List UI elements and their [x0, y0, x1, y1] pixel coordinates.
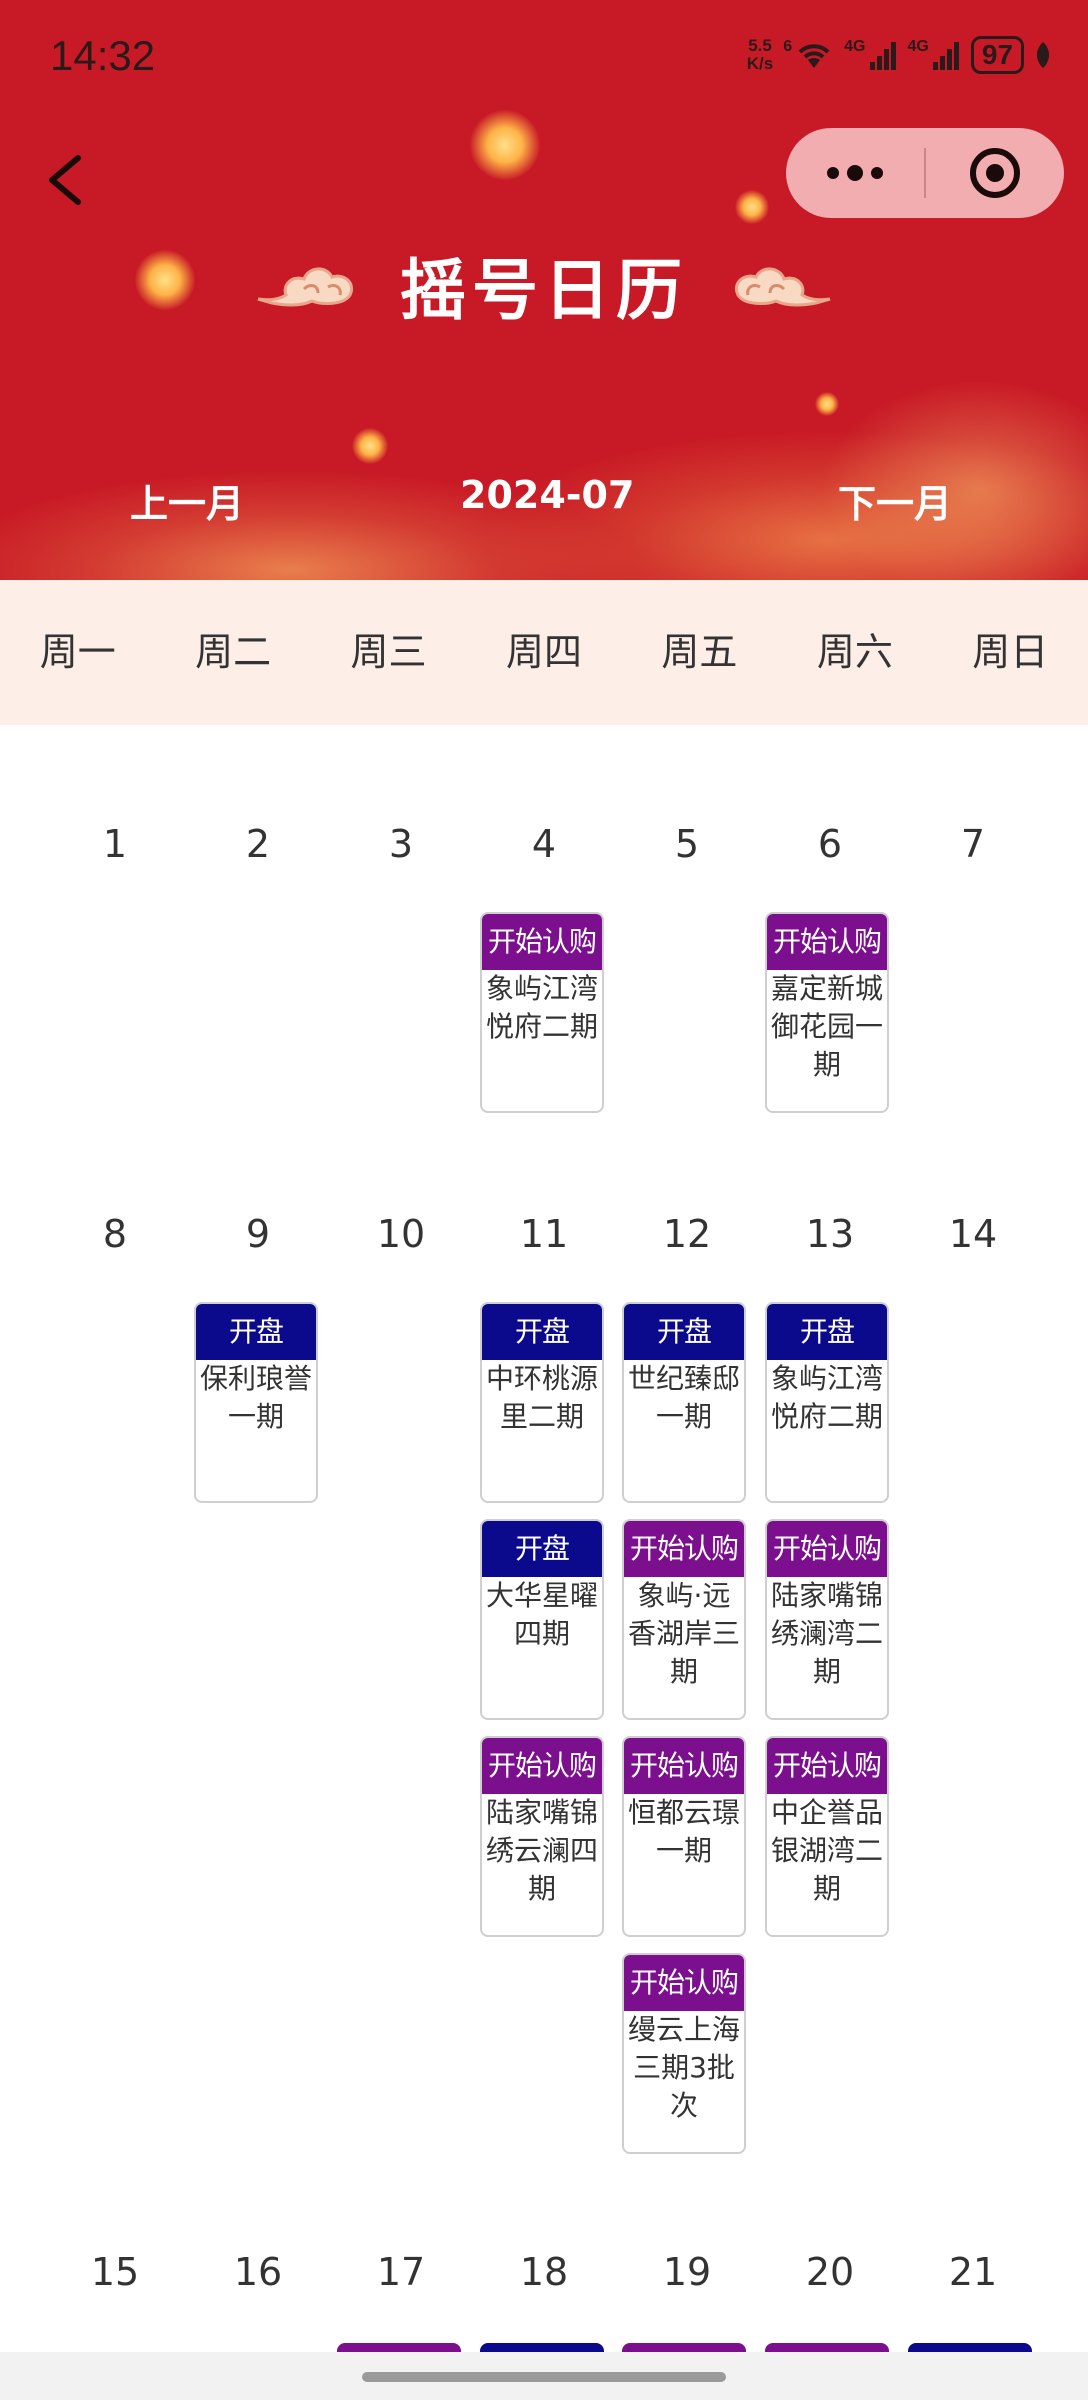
event-name: 象屿江湾 悦府二期 [771, 1362, 884, 1433]
leaf-icon [1036, 42, 1050, 68]
day-number[interactable]: 3 [351, 822, 451, 866]
cloud-right-icon [735, 267, 831, 307]
event-card[interactable]: 开始认购 陆家嘴锦 绣澜湾二期 [765, 1519, 889, 1720]
net-speed: 5.5 K/s [746, 36, 774, 73]
event-name: 象屿·远 香湖岸三期 [628, 1579, 741, 1688]
event-card[interactable]: 开盘 保利琅誉 一期 [194, 1302, 318, 1503]
event-card[interactable]: 开始认购 象屿江湾 悦府二期 [480, 912, 604, 1113]
event-name: 象屿江湾 悦府二期 [486, 972, 599, 1043]
back-icon [49, 155, 81, 205]
event-card[interactable]: 开盘 大华星曜 四期 [480, 1519, 604, 1720]
lantern-glow [735, 190, 769, 224]
close-miniapp-button[interactable] [926, 128, 1064, 218]
event-tag: 开始认购 [624, 1521, 744, 1577]
event-tag: 开始认购 [767, 1738, 887, 1794]
event-tag: 开盘 [767, 1304, 887, 1360]
event-tag: 开始认购 [767, 1521, 887, 1577]
signal-icon: 4G [908, 38, 961, 72]
event-name: 陆家嘴锦 绣澜湾二期 [771, 1579, 884, 1688]
event-card[interactable]: 开始认购 恒都云璟 一期 [622, 1736, 746, 1937]
title-row: 摇号日历 [0, 240, 1088, 330]
day-number[interactable]: 12 [637, 1212, 737, 1256]
more-icon [827, 165, 883, 181]
event-tag: 开始认购 [482, 914, 602, 970]
miniapp-capsule [786, 128, 1064, 218]
event-tag: 开始认购 [624, 1955, 744, 2011]
prev-month-button[interactable]: 上一月 [130, 473, 244, 528]
event-tag: 开盘 [482, 1304, 602, 1360]
wifi-icon: 6 [783, 38, 834, 72]
day-number[interactable]: 11 [494, 1212, 594, 1256]
event-name: 中环桃源 里二期 [486, 1362, 599, 1433]
event-name: 陆家嘴锦 绣云澜四期 [486, 1796, 599, 1905]
day-number[interactable]: 18 [494, 2250, 594, 2294]
header-banner: 14:32 5.5 K/s 6 4G 4G 97 摇号日历 上一月 2024-0… [0, 0, 1088, 580]
day-number[interactable]: 14 [923, 1212, 1023, 1256]
home-indicator[interactable] [362, 2372, 726, 2382]
lantern-glow [470, 110, 540, 180]
event-name: 世纪臻邸 一期 [628, 1362, 741, 1433]
event-tag: 开盘 [482, 1521, 602, 1577]
event-card[interactable]: 开始认购 缦云上海 三期3批次 [622, 1953, 746, 2154]
month-switcher: 上一月 2024-07 下一月 [0, 465, 1088, 535]
day-number[interactable]: 1 [65, 822, 165, 866]
event-card[interactable]: 开始认购 嘉定新城 御花园一期 [765, 912, 889, 1113]
weekday-label: 周日 [972, 630, 1049, 674]
event-name: 嘉定新城 御花园一期 [771, 972, 884, 1081]
day-number[interactable]: 21 [923, 2250, 1023, 2294]
event-name: 中企誉品 银湖湾二期 [771, 1796, 884, 1905]
weekday-label: 周六 [816, 630, 893, 674]
event-tag: 开始认购 [624, 1738, 744, 1794]
signal-icon: 4G [844, 38, 897, 72]
current-month-label: 2024-07 [460, 473, 635, 517]
day-number[interactable]: 20 [780, 2250, 880, 2294]
weekday-header: 周一 周二 周三 周四 周五 周六 周日 [0, 580, 1088, 725]
lantern-glow [815, 392, 839, 416]
page-title: 摇号日历 [400, 252, 688, 329]
day-number[interactable]: 17 [351, 2250, 451, 2294]
event-tag: 开盘 [624, 1304, 744, 1360]
event-tag: 开始认购 [767, 914, 887, 970]
day-number[interactable]: 5 [637, 822, 737, 866]
close-target-icon [970, 148, 1020, 198]
event-name: 大华星曜 四期 [486, 1579, 599, 1650]
day-number[interactable]: 10 [351, 1212, 451, 1256]
day-number[interactable]: 6 [780, 822, 880, 866]
day-number[interactable]: 15 [65, 2250, 165, 2294]
weekday-label: 周一 [39, 630, 116, 674]
weekday-label: 周二 [195, 630, 272, 674]
event-name: 缦云上海 三期3批次 [628, 2013, 741, 2122]
back-button[interactable] [40, 140, 90, 220]
day-number[interactable]: 19 [637, 2250, 737, 2294]
next-month-button[interactable]: 下一月 [838, 473, 952, 528]
event-card[interactable]: 开始认购 陆家嘴锦 绣云澜四期 [480, 1736, 604, 1937]
event-tag: 开始认购 [482, 1738, 602, 1794]
day-number[interactable]: 9 [208, 1212, 308, 1256]
more-button[interactable] [786, 128, 924, 218]
day-number[interactable]: 2 [208, 822, 308, 866]
weekday-label: 周三 [350, 630, 427, 674]
day-number[interactable]: 4 [494, 822, 594, 866]
weekday-label: 周五 [661, 630, 738, 674]
event-name: 保利琅誉 一期 [200, 1362, 313, 1433]
status-time: 14:32 [50, 32, 156, 79]
status-icons: 5.5 K/s 6 4G 4G 97 [747, 32, 1052, 78]
event-card[interactable]: 开始认购 中企誉品 银湖湾二期 [765, 1736, 889, 1937]
day-number[interactable]: 16 [208, 2250, 308, 2294]
event-card[interactable]: 开始认购 象屿·远 香湖岸三期 [622, 1519, 746, 1720]
event-tag: 开盘 [196, 1304, 316, 1360]
event-card[interactable]: 开盘 世纪臻邸 一期 [622, 1302, 746, 1503]
battery-icon: 97 [970, 36, 1024, 74]
cloud-left-icon [257, 267, 353, 307]
event-name: 恒都云璟 一期 [628, 1796, 741, 1867]
day-number[interactable]: 8 [65, 1212, 165, 1256]
day-number[interactable]: 13 [780, 1212, 880, 1256]
event-card[interactable]: 开盘 中环桃源 里二期 [480, 1302, 604, 1503]
lantern-glow [352, 428, 388, 464]
event-card[interactable]: 开盘 象屿江湾 悦府二期 [765, 1302, 889, 1503]
day-number[interactable]: 7 [923, 822, 1023, 866]
weekday-label: 周四 [505, 630, 582, 674]
